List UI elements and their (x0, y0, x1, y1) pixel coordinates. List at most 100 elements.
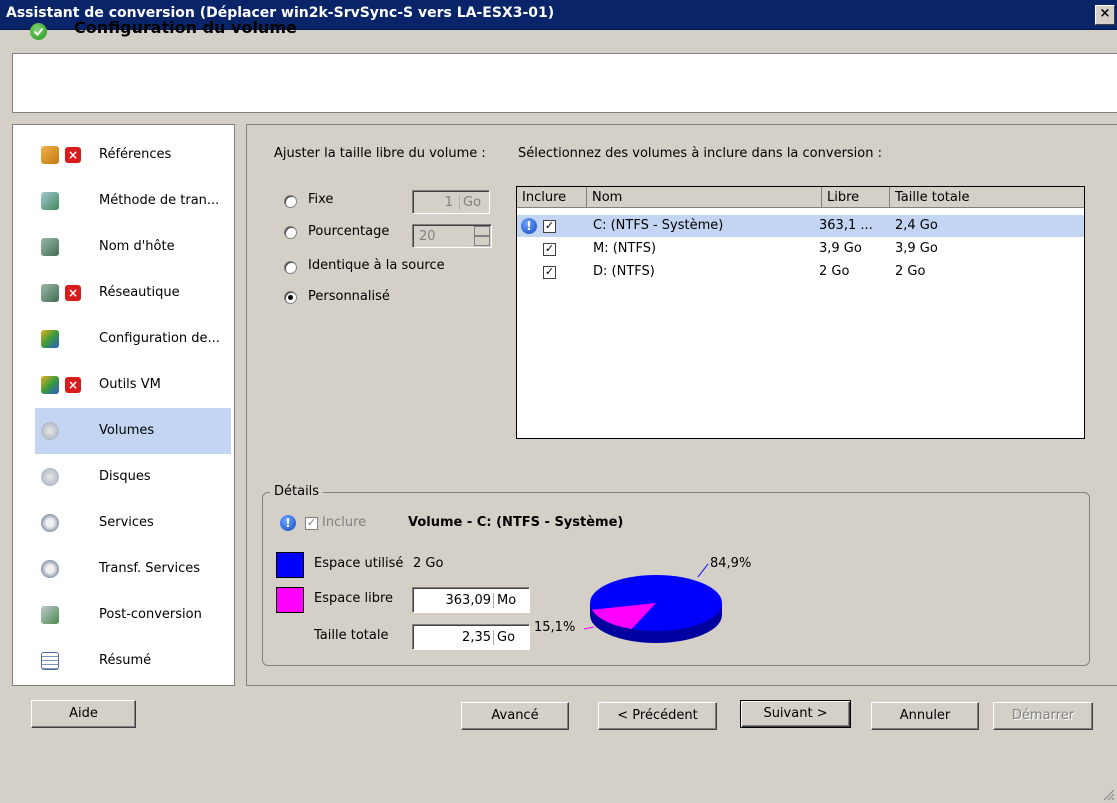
close-button[interactable]: × (1095, 5, 1115, 25)
aide-button[interactable]: Aide (31, 700, 136, 728)
fixe-unit: Go (459, 195, 481, 210)
demarrer-button[interactable]: Démarrer (993, 702, 1093, 730)
sidebar-item-transf-services[interactable]: Transf. Services (13, 550, 243, 588)
used-space-label: Espace utilisé (314, 556, 404, 571)
leader-used (697, 563, 709, 578)
resize-grip-icon[interactable] (1101, 787, 1115, 801)
sidebar-item-nom-hote[interactable]: Nom d'hôte (13, 228, 243, 266)
sidebar-item-services[interactable]: Services (13, 504, 243, 542)
used-space-value: 2 Go (413, 556, 444, 571)
info-warning-icon: ! (521, 218, 537, 234)
radio-identique[interactable] (284, 261, 297, 274)
key-person-icon (41, 146, 59, 164)
pie-free-label: 15,1% (534, 620, 576, 635)
sidebar-item-label: Post-conversion (99, 607, 202, 622)
annuler-button[interactable]: Annuler (871, 702, 979, 730)
precedent-button[interactable]: < Précédent (598, 702, 717, 730)
postconv-icon (41, 606, 59, 624)
free-space-value: 363,09 (445, 593, 492, 608)
sidebar-item-label: Résumé (99, 653, 152, 668)
avance-button[interactable]: Avancé (461, 702, 569, 730)
table-row[interactable]: ✓ M: (NTFS) 3,9 Go 3,9 Go (517, 238, 1084, 260)
config-icon (41, 330, 59, 348)
sidebar-item-outils-vm[interactable]: × Outils VM (13, 366, 243, 404)
free-space-unit: Mo (493, 593, 516, 608)
radio-fixe[interactable] (284, 195, 297, 208)
sidebar: × Références Méthode de tran... Nom d'hô… (12, 124, 235, 686)
radio-pourcentage[interactable] (284, 226, 297, 239)
sidebar-item-label: Références (99, 147, 172, 162)
stepper-down-icon[interactable] (474, 236, 490, 246)
include-checkbox[interactable]: ✓ (543, 220, 556, 233)
details-include-label: Inclure (322, 515, 367, 530)
suivant-button[interactable]: Suivant > (740, 700, 851, 728)
volume-name: M: (NTFS) (593, 241, 657, 256)
radio-personnalise-label: Personnalisé (308, 289, 390, 304)
volume-name: D: (NTFS) (593, 264, 655, 279)
network-host-icon (41, 284, 59, 302)
radio-identique-label: Identique à la source (308, 258, 445, 273)
volumes-heading: Sélectionnez des volumes à inclure dans … (518, 146, 882, 161)
error-icon: × (65, 285, 81, 301)
column-header-nom[interactable]: Nom (587, 187, 822, 208)
pourcentage-stepper[interactable]: 20 (412, 224, 492, 248)
column-header-libre[interactable]: Libre (822, 187, 890, 208)
free-space-input[interactable]: 363,09 Mo (412, 587, 530, 613)
error-icon: × (65, 377, 81, 393)
leader-free (583, 626, 595, 630)
total-size-unit: Go (493, 630, 515, 645)
gear-icon (41, 514, 59, 532)
network-host-icon (41, 238, 59, 256)
gear-icon (41, 560, 59, 578)
size-options-heading: Ajuster la taille libre du volume : (274, 146, 486, 161)
sidebar-item-label: Méthode de tran... (99, 193, 220, 208)
radio-fixe-label: Fixe (308, 192, 334, 207)
sidebar-item-resume[interactable]: Résumé (13, 642, 243, 680)
column-header-inclure[interactable]: Inclure (517, 187, 587, 208)
sidebar-item-methode[interactable]: Méthode de tran... (13, 182, 243, 220)
total-size-input[interactable]: 2,35 Go (412, 624, 530, 650)
volume-total: 2 Go (895, 264, 926, 279)
sidebar-item-volumes[interactable]: Volumes (35, 408, 231, 454)
fixe-size-input[interactable]: 1 Go (412, 190, 490, 214)
sidebar-item-label: Outils VM (99, 377, 161, 392)
table-row[interactable]: ✓ D: (NTFS) 2 Go 2 Go (517, 261, 1084, 283)
sidebar-item-label: Disques (99, 469, 151, 484)
include-checkbox[interactable]: ✓ (543, 266, 556, 279)
error-icon: × (65, 147, 81, 163)
sidebar-item-post-conversion[interactable]: Post-conversion (13, 596, 243, 634)
volume-icon (41, 468, 59, 486)
total-size-label: Taille totale (314, 628, 389, 643)
include-checkbox[interactable]: ✓ (543, 243, 556, 256)
details-include-checkbox[interactable]: ✓ (305, 517, 318, 530)
details-legend: Détails (270, 484, 324, 499)
stepper-up-icon[interactable] (474, 226, 490, 236)
total-size-value: 2,35 (462, 630, 491, 645)
sidebar-item-label: Volumes (99, 423, 155, 438)
used-space-swatch (276, 552, 304, 578)
sidebar-item-reseautique[interactable]: × Réseautique (13, 274, 243, 312)
sidebar-item-references[interactable]: × Références (13, 136, 243, 174)
sidebar-item-configuration[interactable]: Configuration de... (13, 320, 243, 358)
radio-pourcentage-label: Pourcentage (308, 224, 390, 239)
column-header-taille-totale[interactable]: Taille totale (890, 187, 1084, 208)
info-warning-icon: ! (280, 515, 296, 531)
summary-icon (41, 652, 59, 670)
volume-free: 3,9 Go (819, 241, 862, 256)
config-icon (41, 376, 59, 394)
volume-total: 2,4 Go (895, 218, 938, 233)
free-space-label: Espace libre (314, 591, 394, 606)
sidebar-item-label: Réseautique (99, 285, 180, 300)
pourcentage-value: 20 (419, 229, 436, 244)
sidebar-item-label: Configuration de... (99, 331, 220, 346)
free-space-swatch (276, 587, 304, 613)
sidebar-item-label: Transf. Services (99, 561, 201, 576)
volumes-table[interactable]: Inclure Nom Libre Taille totale ! ✓ C: (… (516, 186, 1085, 439)
sidebar-item-disques[interactable]: Disques (13, 458, 243, 496)
radio-personnalise[interactable] (284, 291, 297, 304)
details-volume-title: Volume - C: (NTFS - Système) (408, 515, 624, 530)
volume-total: 3,9 Go (895, 241, 938, 256)
page-title: Configuration du volume (74, 18, 297, 37)
table-row[interactable]: ! ✓ C: (NTFS - Système) 363,1 ... 2,4 Go (517, 215, 1084, 237)
check-circle-icon (30, 23, 47, 40)
